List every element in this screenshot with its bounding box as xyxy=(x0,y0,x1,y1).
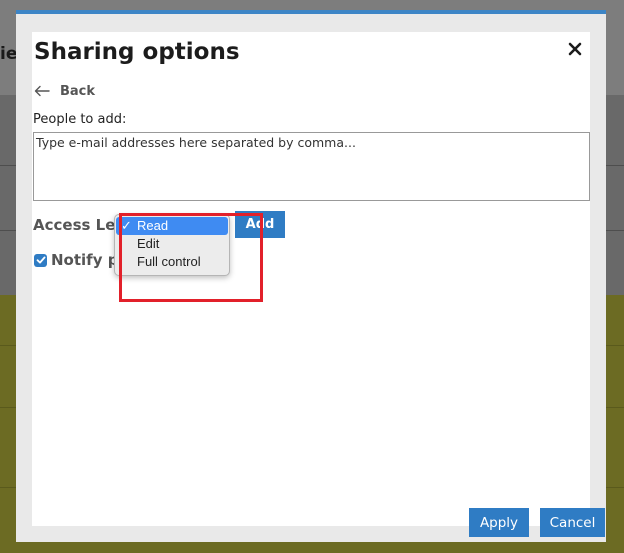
people-to-add-label: People to add: xyxy=(33,112,127,127)
sharing-options-dialog: Sharing options Back People to add: Acce… xyxy=(16,10,606,542)
access-option-edit[interactable]: Edit xyxy=(115,235,229,253)
access-option-label: Edit xyxy=(137,236,160,251)
arrow-left-icon xyxy=(34,85,50,97)
access-option-read[interactable]: ✓ Read xyxy=(116,217,228,235)
notify-checkbox[interactable] xyxy=(34,253,47,267)
apply-button[interactable]: Apply xyxy=(469,508,529,537)
dialog-content: Sharing options Back People to add: Acce… xyxy=(32,32,605,537)
email-addresses-input[interactable] xyxy=(33,132,590,201)
back-link[interactable]: Back xyxy=(32,82,95,100)
add-button[interactable]: Add xyxy=(235,211,285,238)
cancel-button[interactable]: Cancel xyxy=(540,508,605,537)
check-icon: ✓ xyxy=(121,218,132,233)
access-option-label: Full control xyxy=(137,254,201,269)
access-option-label: Read xyxy=(137,218,169,233)
close-icon[interactable] xyxy=(568,42,582,56)
checkmark-icon xyxy=(36,256,45,264)
back-label: Back xyxy=(60,83,96,99)
access-level-dropdown[interactable]: ✓ Read Edit Full control xyxy=(114,214,230,276)
dialog-title: Sharing options xyxy=(34,39,240,65)
access-option-full-control[interactable]: Full control xyxy=(115,253,229,271)
